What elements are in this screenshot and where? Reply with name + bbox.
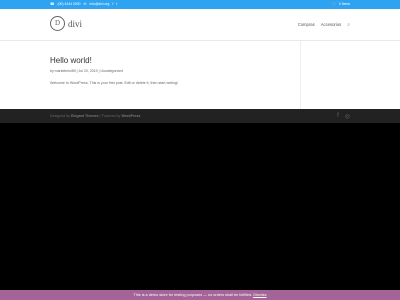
post-title[interactable]: Hello world! [50, 56, 92, 65]
nav-item-accesorios[interactable]: Accesorios [321, 22, 341, 27]
instagram-icon[interactable]: ◎ [345, 113, 350, 120]
main-nav: Compras Accesorios ⌕ [298, 9, 350, 40]
author-link[interactable]: Elegant Themes [71, 114, 99, 118]
sidebar-divider [300, 41, 301, 109]
email-icon: ✉ [83, 2, 87, 6]
site-header: D divi Compras Accesorios ⌕ [0, 9, 400, 41]
main-content: Hello world! by marketmini89 | Jul 20, 2… [0, 41, 400, 109]
post-meta: by marketmini89 | Jul 20, 2019 | Uncateg… [50, 69, 124, 73]
cart-count: 0 Items [338, 2, 350, 6]
facebook-icon[interactable]: f [337, 113, 339, 119]
platform-link[interactable]: WordPress [121, 114, 140, 118]
facebook-icon[interactable]: f [112, 0, 113, 9]
footer-social: f ◎ [337, 109, 350, 123]
contact-info: ☎ (00) 4444 0000 ✉ info@divi.org f t [50, 0, 117, 9]
designed-by-label: Designed by [50, 114, 70, 118]
phone-number[interactable]: (00) 4444 0000 [57, 0, 80, 9]
demo-store-notice: This is a demo store for testing purpose… [0, 290, 400, 300]
phone-icon: ☎ [50, 2, 55, 6]
nav-item-compras[interactable]: Compras [298, 22, 315, 27]
logo-mark: D [50, 16, 65, 31]
site-footer: Designed by Elegant Themes | Powered by … [0, 109, 400, 123]
notice-text: This is a demo store for testing purpose… [133, 293, 253, 297]
powered-by-label: Powered by [101, 114, 121, 118]
post-excerpt: Welcome to WordPress. This is your first… [50, 81, 178, 85]
email-address[interactable]: info@divi.org [90, 0, 110, 9]
cart-icon: 🛒 [332, 2, 337, 6]
search-icon[interactable]: ⌕ [347, 22, 350, 28]
cart-link[interactable]: 🛒 0 Items [332, 0, 350, 9]
twitter-icon[interactable]: t [116, 0, 117, 9]
logo-text: divi [68, 18, 83, 29]
footer-credit: Designed by Elegant Themes | Powered by … [50, 109, 140, 123]
site-logo[interactable]: D divi [50, 16, 82, 31]
dismiss-link[interactable]: Dismiss [253, 293, 266, 297]
top-bar: ☎ (00) 4444 0000 ✉ info@divi.org f t 🛒 0… [0, 0, 400, 9]
